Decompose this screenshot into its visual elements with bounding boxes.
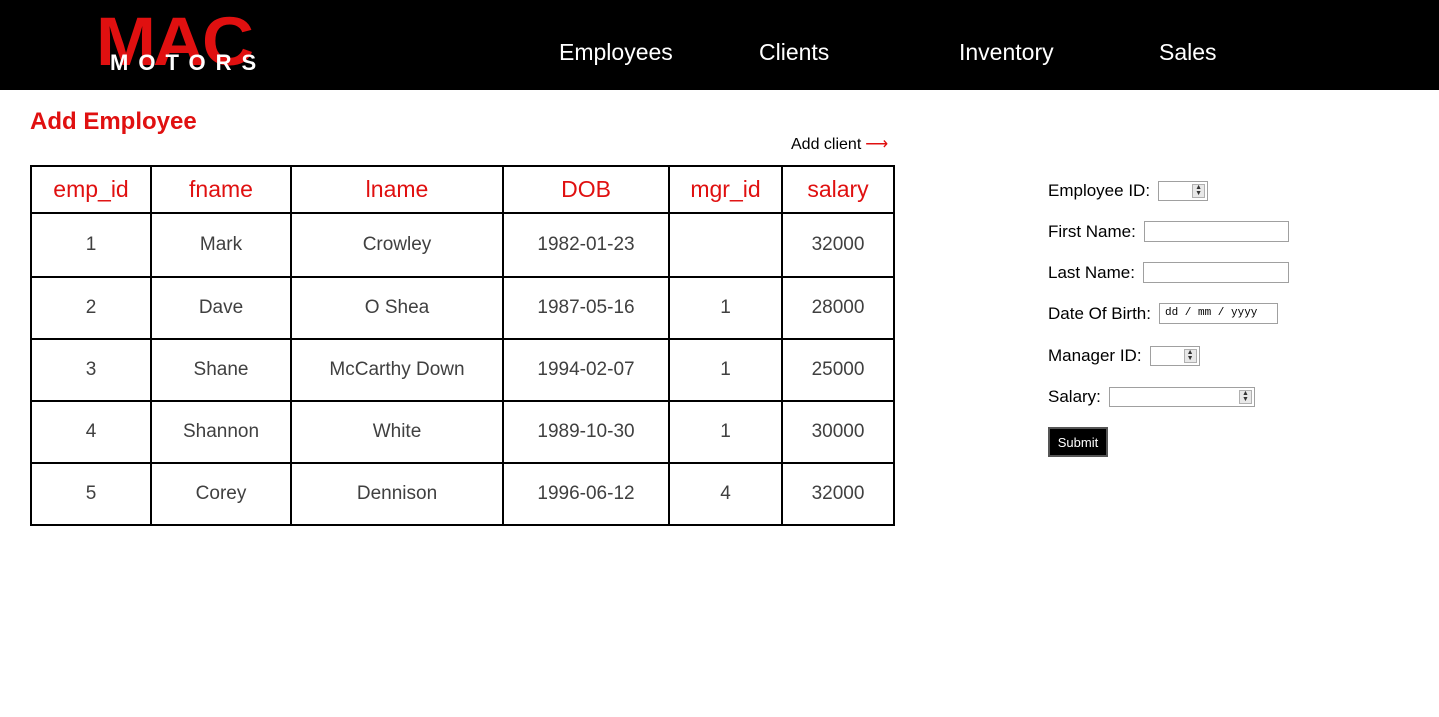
- salary-row: Salary: ▲ ▼: [1048, 386, 1255, 407]
- arrow-right-icon: ⟶: [865, 136, 889, 153]
- cell-mgr-id: [668, 212, 783, 278]
- table-row: 2 Dave O Shea 1987-05-16 1 28000: [30, 276, 895, 340]
- cell-fname: Corey: [150, 462, 292, 526]
- cell-mgr-id: 4: [668, 462, 783, 526]
- col-header-dob: DOB: [502, 165, 670, 214]
- col-header-mgr-id: mgr_id: [668, 165, 783, 214]
- cell-emp-id: 3: [30, 338, 152, 402]
- cell-lname: O Shea: [290, 276, 504, 340]
- salary-input[interactable]: ▲ ▼: [1108, 386, 1255, 407]
- last-name-input[interactable]: [1142, 262, 1289, 284]
- col-header-fname: fname: [150, 165, 292, 214]
- page-title: Add Employee: [30, 108, 197, 135]
- cell-lname: Crowley: [290, 212, 504, 278]
- employee-id-row: Employee ID: ▲ ▼: [1048, 180, 1209, 201]
- employee-id-input[interactable]: ▲ ▼: [1158, 180, 1209, 201]
- last-name-row: Last Name:: [1048, 262, 1289, 284]
- cell-salary: 25000: [781, 338, 895, 402]
- col-header-salary: salary: [781, 165, 895, 214]
- spinner-icon[interactable]: ▲ ▼: [1238, 389, 1252, 404]
- add-client-label: Add client: [791, 136, 862, 153]
- table-row: 4 Shannon White 1989-10-30 1 30000: [30, 400, 895, 464]
- dob-label: Date Of Birth:: [1048, 303, 1151, 323]
- cell-lname: Dennison: [290, 462, 504, 526]
- cell-fname: Shane: [150, 338, 292, 402]
- cell-fname: Dave: [150, 276, 292, 340]
- cell-lname: McCarthy Down: [290, 338, 504, 402]
- cell-lname: White: [290, 400, 504, 464]
- mac-motors-logo[interactable]: MAC MOTORS: [96, 8, 267, 78]
- first-name-input[interactable]: [1143, 221, 1289, 243]
- col-header-emp-id: emp_id: [30, 165, 152, 214]
- cell-emp-id: 5: [30, 462, 152, 526]
- manager-id-label: Manager ID:: [1048, 345, 1142, 365]
- nav-sales[interactable]: Sales: [1159, 39, 1217, 66]
- spinner-icon[interactable]: ▲ ▼: [1183, 348, 1197, 363]
- employees-table: emp_id fname lname DOB mgr_id salary 1 M…: [30, 165, 895, 526]
- cell-emp-id: 1: [30, 212, 152, 278]
- table-header-row: emp_id fname lname DOB mgr_id salary: [30, 165, 895, 214]
- nav-inventory[interactable]: Inventory: [959, 39, 1054, 66]
- table-row: 1 Mark Crowley 1982-01-23 32000: [30, 212, 895, 278]
- first-name-row: First Name:: [1048, 221, 1289, 243]
- spinner-icon[interactable]: ▲ ▼: [1192, 183, 1206, 198]
- last-name-label: Last Name:: [1048, 262, 1135, 282]
- cell-emp-id: 4: [30, 400, 152, 464]
- add-client-link[interactable]: Add client ⟶: [791, 134, 888, 154]
- cell-mgr-id: 1: [668, 400, 783, 464]
- first-name-label: First Name:: [1048, 221, 1136, 241]
- cell-fname: Mark: [150, 212, 292, 278]
- top-navbar: MAC MOTORS Employees Clients Inventory S…: [0, 0, 1439, 90]
- col-header-lname: lname: [290, 165, 504, 214]
- table-row: 3 Shane McCarthy Down 1994-02-07 1 25000: [30, 338, 895, 402]
- cell-dob: 1989-10-30: [502, 400, 670, 464]
- cell-dob: 1996-06-12: [502, 462, 670, 526]
- cell-dob: 1994-02-07: [502, 338, 670, 402]
- manager-id-input[interactable]: ▲ ▼: [1149, 345, 1200, 366]
- dob-row: Date Of Birth: dd / mm / yyyy: [1048, 303, 1278, 325]
- cell-dob: 1982-01-23: [502, 212, 670, 278]
- logo-sub-text: MOTORS: [110, 50, 267, 75]
- cell-mgr-id: 1: [668, 276, 783, 340]
- cell-salary: 32000: [781, 212, 895, 278]
- manager-id-row: Manager ID: ▲ ▼: [1048, 345, 1200, 366]
- submit-button[interactable]: Submit: [1048, 427, 1108, 457]
- nav-clients[interactable]: Clients: [759, 39, 829, 66]
- cell-emp-id: 2: [30, 276, 152, 340]
- cell-fname: Shannon: [150, 400, 292, 464]
- dob-input[interactable]: dd / mm / yyyy: [1158, 303, 1278, 325]
- table-row: 5 Corey Dennison 1996-06-12 4 32000: [30, 462, 895, 526]
- cell-mgr-id: 1: [668, 338, 783, 402]
- salary-label: Salary:: [1048, 386, 1101, 406]
- cell-salary: 30000: [781, 400, 895, 464]
- employee-id-label: Employee ID:: [1048, 180, 1151, 200]
- nav-employees[interactable]: Employees: [559, 39, 673, 66]
- cell-salary: 32000: [781, 462, 895, 526]
- cell-dob: 1987-05-16: [502, 276, 670, 340]
- cell-salary: 28000: [781, 276, 895, 340]
